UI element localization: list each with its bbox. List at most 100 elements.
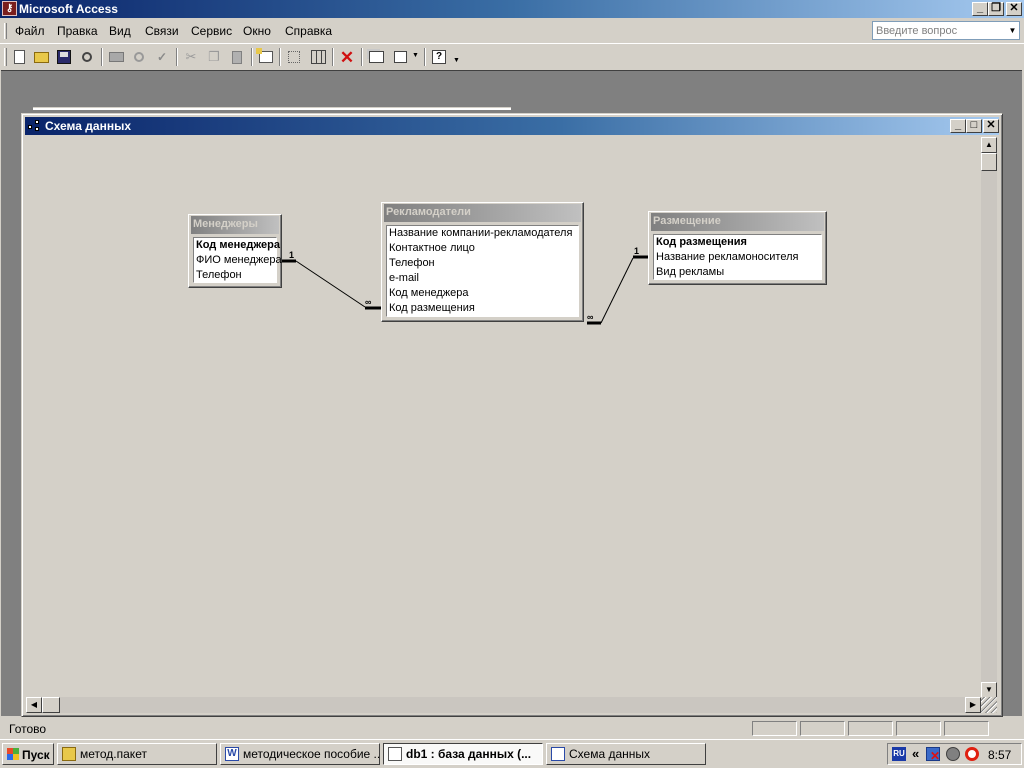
access-key-icon[interactable]: ⚷	[2, 1, 17, 16]
minimize-button[interactable]: _	[972, 2, 988, 16]
tray-expand-icon[interactable]: «	[912, 746, 919, 761]
menu-grip[interactable]	[4, 23, 7, 39]
delete-icon[interactable]: ✕	[337, 47, 357, 67]
antivirus-icon[interactable]	[965, 747, 979, 761]
relationship-line[interactable]	[295, 260, 366, 308]
table-title[interactable]: Менеджеры	[191, 216, 279, 234]
field-item[interactable]: Код менеджера	[194, 238, 280, 253]
field-item[interactable]: Название рекламоносителя	[654, 250, 821, 265]
field-item[interactable]: e-mail	[387, 271, 578, 286]
menu-window[interactable]: Окно	[243, 24, 271, 38]
field-list[interactable]: Код менеджера ФИО менеджера Телефон	[193, 237, 282, 283]
status-text: Готово	[9, 722, 47, 736]
show-direct-icon[interactable]	[284, 47, 304, 67]
status-pane	[752, 721, 797, 736]
horizontal-scroll-thumb[interactable]	[42, 697, 60, 713]
background-window-edge[interactable]	[33, 107, 511, 110]
app-title-bar[interactable]: ⚷ Microsoft Access _ ❐ ✕	[0, 0, 1024, 18]
taskbar-button-label: методическое пособие ...	[243, 747, 380, 761]
save-icon[interactable]	[54, 47, 74, 67]
relationships-canvas[interactable]: 1 ∞ 1 ∞ Менеджеры Код менеджера ФИО мене…	[26, 137, 981, 698]
window-maximize-button[interactable]: □	[966, 119, 982, 133]
status-bar: Готово	[0, 718, 1024, 738]
menu-help[interactable]: Справка	[285, 24, 332, 38]
field-item[interactable]: Телефон	[387, 256, 578, 271]
menu-tools[interactable]: Сервис	[191, 24, 232, 38]
field-item[interactable]: ФИО менеджера	[194, 253, 282, 268]
menu-view[interactable]: Вид	[109, 24, 131, 38]
relationships-window: Схема данных _ □ ✕ 1 ∞ 1 ∞ Менеджеры Код…	[21, 113, 1003, 717]
restore-button[interactable]: ❐	[988, 2, 1004, 16]
paste-icon[interactable]	[227, 47, 247, 67]
scroll-down-icon[interactable]: ▼	[981, 682, 997, 698]
toolbar-grip[interactable]	[4, 48, 7, 66]
show-table-icon[interactable]	[256, 47, 276, 67]
ask-question-input[interactable]	[873, 22, 1007, 39]
field-item[interactable]: Код менеджера	[387, 286, 578, 301]
taskbar-button-relationships[interactable]: Схема данных	[546, 743, 706, 765]
field-list[interactable]: Название компании-рекламодателя Контактн…	[386, 225, 579, 317]
spelling-icon[interactable]: ✓	[152, 47, 172, 67]
toolbar-separator	[251, 48, 253, 66]
print-icon[interactable]	[106, 47, 126, 67]
relationships-window-title-bar[interactable]: Схема данных _ □ ✕	[25, 117, 999, 135]
relationships-icon	[551, 747, 565, 761]
taskbar-button-folder[interactable]: метод.пакет	[57, 743, 217, 765]
menu-relationships[interactable]: Связи	[145, 24, 179, 38]
field-item[interactable]: Название компании-рекламодателя	[387, 226, 578, 241]
many-label: ∞	[587, 312, 594, 322]
taskbar-button-database[interactable]: db1 : база данных (...	[383, 743, 543, 765]
start-button[interactable]: Пуск	[2, 743, 54, 765]
field-item[interactable]: Код размещения	[387, 301, 578, 316]
language-indicator[interactable]: RU	[892, 747, 906, 761]
ask-question-box[interactable]: ▼	[872, 21, 1020, 40]
close-button[interactable]: ✕	[1006, 2, 1022, 16]
status-pane	[848, 721, 893, 736]
toolbar-options-icon[interactable]: ▼	[453, 57, 460, 64]
table-title[interactable]: Рекламодатели	[384, 204, 581, 222]
open-icon[interactable]	[31, 47, 51, 67]
taskbar-button-label: Схема данных	[569, 747, 651, 761]
copy-icon[interactable]: ❐	[204, 47, 224, 67]
window-close-button[interactable]: ✕	[983, 119, 999, 133]
scroll-up-icon[interactable]: ▲	[981, 137, 997, 153]
relationships-icon[interactable]	[28, 120, 41, 132]
table-title[interactable]: Размещение	[651, 213, 824, 231]
new-icon[interactable]	[9, 47, 29, 67]
chevron-down-icon[interactable]: ▼	[412, 52, 419, 59]
menu-edit[interactable]: Правка	[57, 24, 98, 38]
scroll-left-icon[interactable]: ◀	[26, 697, 42, 713]
vertical-scroll-thumb[interactable]	[981, 153, 997, 171]
show-all-icon[interactable]	[308, 47, 328, 67]
database-window-icon[interactable]	[366, 47, 386, 67]
menu-file[interactable]: Файл	[15, 24, 45, 38]
field-item[interactable]: Телефон	[194, 268, 276, 283]
table-managers[interactable]: Менеджеры Код менеджера ФИО менеджера Те…	[188, 214, 282, 288]
scroll-right-icon[interactable]: ▶	[965, 697, 981, 713]
size-grip[interactable]	[981, 697, 997, 713]
many-label: ∞	[365, 297, 372, 307]
table-advertisers[interactable]: Рекламодатели Название компании-рекламод…	[381, 202, 584, 322]
file-search-icon[interactable]	[77, 47, 97, 67]
volume-icon[interactable]	[946, 747, 960, 761]
field-item[interactable]: Вид рекламы	[654, 265, 821, 280]
clock[interactable]: 8:57	[988, 748, 1011, 762]
new-object-icon[interactable]	[390, 47, 410, 67]
table-placement[interactable]: Размещение Код размещения Название рекла…	[648, 211, 827, 285]
field-list[interactable]: Код размещения Название рекламоносителя …	[653, 234, 822, 280]
toolbar-separator	[361, 48, 363, 66]
window-minimize-button[interactable]: _	[950, 119, 966, 133]
taskbar-button-word[interactable]: W методическое пособие ...	[220, 743, 380, 765]
chevron-down-icon[interactable]: ▼	[1006, 22, 1019, 39]
one-label: 1	[289, 250, 294, 260]
cut-icon[interactable]: ✂	[181, 47, 201, 67]
relationship-line[interactable]	[600, 257, 634, 324]
horizontal-scrollbar[interactable]: ◀ ▶	[26, 697, 981, 713]
toolbar-separator	[424, 48, 426, 66]
field-item[interactable]: Контактное лицо	[387, 241, 578, 256]
network-error-icon[interactable]: ✕	[930, 750, 940, 762]
print-preview-icon[interactable]	[129, 47, 149, 67]
help-icon[interactable]: ?	[429, 47, 449, 67]
field-item[interactable]: Код размещения	[654, 235, 821, 250]
vertical-scrollbar[interactable]: ▲ ▼	[981, 137, 997, 698]
